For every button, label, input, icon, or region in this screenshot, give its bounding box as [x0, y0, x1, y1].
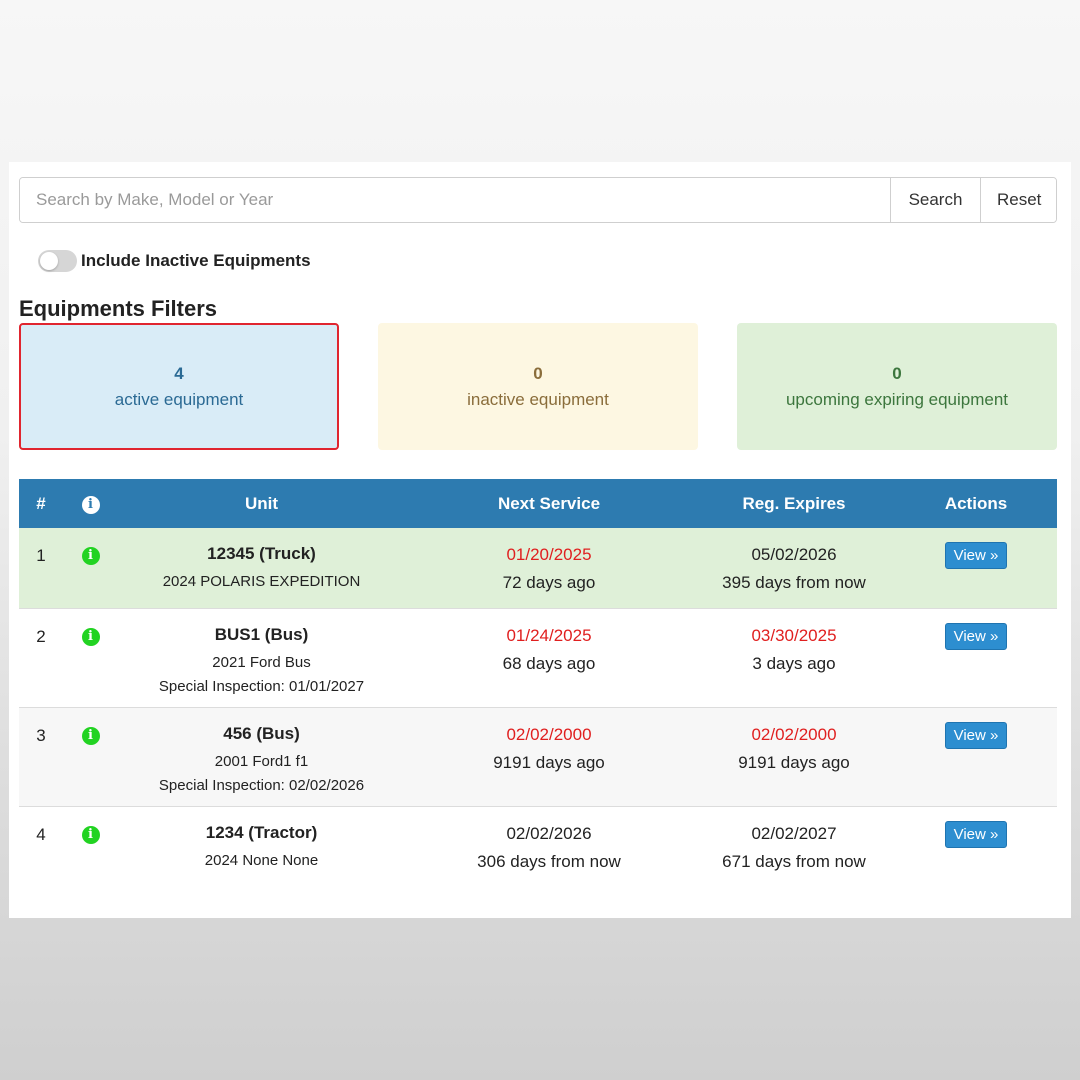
reg-expires-date: 02/02/2027 [751, 823, 837, 843]
special-inspection: Special Inspection: 02/02/2026 [158, 776, 365, 794]
unit-name: 1234 (Tractor) [205, 822, 318, 842]
next-service-relative: 72 days ago [502, 573, 596, 592]
next-service-date: 02/02/2000 [506, 724, 592, 744]
header-reg-expires[interactable]: Reg. Expires [693, 479, 895, 528]
table-row: 3 i 456 (Bus) 2001 Ford1 f1 Special Insp… [19, 707, 1057, 806]
view-button[interactable]: View » [944, 622, 1008, 650]
unit-description: 2024 POLARIS EXPEDITION [162, 573, 361, 590]
include-inactive-toggle-row: Include Inactive Equipments [38, 250, 311, 272]
header-unit[interactable]: Unit [118, 479, 405, 528]
table-row: 4 i 1234 (Tractor) 2024 None None 02/02/… [19, 806, 1057, 886]
header-next-service[interactable]: Next Service [405, 479, 693, 528]
info-icon: i [81, 496, 100, 514]
filters-title: Equipments Filters [19, 296, 218, 321]
row-num: 4 [36, 824, 46, 844]
reset-button[interactable]: Reset [980, 178, 1056, 222]
row-info: i [63, 528, 118, 608]
row-info: i [63, 707, 118, 806]
row-actions: View » [895, 608, 1057, 707]
row-next-service: 01/20/2025 72 days ago [405, 528, 693, 608]
table-row: 1 i 12345 (Truck) 2024 POLARIS EXPEDITIO… [19, 528, 1057, 608]
include-inactive-toggle[interactable] [38, 250, 77, 272]
reg-expires-relative: 9191 days ago [738, 752, 850, 772]
filter-label-active: active equipment [114, 389, 244, 409]
filter-count-active: 4 [174, 363, 184, 383]
row-reg-expires: 02/02/2027 671 days from now [693, 806, 895, 886]
equipment-panel: Search Reset Include Inactive Equipments… [9, 162, 1071, 918]
row-num: 1 [36, 546, 46, 565]
row-reg-expires: 03/30/2025 3 days ago [693, 608, 895, 707]
include-inactive-label: Include Inactive Equipments [81, 251, 311, 270]
filter-card-active[interactable]: 4 active equipment [19, 323, 339, 450]
row-unit: 12345 (Truck) 2024 POLARIS EXPEDITION [118, 528, 405, 608]
unit-description: 2001 Ford1 f1 [214, 752, 309, 770]
header-actions: Actions [944, 493, 1008, 513]
row-num: 2 [36, 626, 46, 646]
unit-name: 456 (Bus) [223, 723, 300, 743]
row-unit: BUS1 (Bus) 2021 Ford Bus Special Inspect… [118, 608, 405, 707]
header-info: i [63, 479, 118, 528]
equipment-table: # i Unit Next Service Reg. Expires Actio… [19, 479, 1057, 886]
search-bar: Search Reset [19, 177, 1057, 223]
next-service-relative: 9191 days ago [493, 752, 605, 772]
reg-expires-relative: 671 days from now [722, 851, 866, 871]
filter-label-expiring: upcoming expiring equipment [785, 389, 1009, 409]
unit-name: 12345 (Truck) [207, 544, 316, 563]
row-unit: 456 (Bus) 2001 Ford1 f1 Special Inspecti… [118, 707, 405, 806]
reg-expires-relative: 395 days from now [722, 573, 866, 592]
next-service-relative: 306 days from now [477, 851, 621, 871]
unit-name: BUS1 (Bus) [214, 624, 309, 644]
filter-count-expiring: 0 [892, 363, 902, 383]
row-info: i [63, 806, 118, 886]
info-icon[interactable]: i [81, 547, 100, 565]
row-actions: View » [895, 806, 1057, 886]
reg-expires-date: 02/02/2000 [751, 724, 837, 744]
toggle-knob [40, 252, 58, 270]
view-button[interactable]: View » [944, 820, 1008, 848]
row-unit: 1234 (Tractor) 2024 None None [118, 806, 405, 886]
row-info: i [63, 608, 118, 707]
unit-description: 2024 None None [204, 851, 319, 869]
view-button[interactable]: View » [944, 721, 1008, 749]
search-button[interactable]: Search [890, 178, 980, 222]
reg-expires-date: 05/02/2026 [751, 545, 837, 564]
view-button[interactable]: View » [944, 542, 1008, 569]
row-next-service: 02/02/2026 306 days from now [405, 806, 693, 886]
row-num: 3 [36, 725, 46, 745]
next-service-date: 01/20/2025 [506, 545, 592, 564]
filter-card-inactive[interactable]: 0 inactive equipment [378, 323, 698, 450]
row-actions: View » [895, 528, 1057, 608]
next-service-date: 01/24/2025 [506, 625, 592, 645]
row-reg-expires: 05/02/2026 395 days from now [693, 528, 895, 608]
next-service-relative: 68 days ago [502, 653, 596, 673]
filter-count-inactive: 0 [533, 363, 543, 383]
info-icon[interactable]: i [81, 726, 100, 745]
row-reg-expires: 02/02/2000 9191 days ago [693, 707, 895, 806]
info-icon[interactable]: i [81, 627, 100, 646]
reg-expires-date: 03/30/2025 [751, 625, 837, 645]
table-row: 2 i BUS1 (Bus) 2021 Ford Bus Special Ins… [19, 608, 1057, 707]
unit-description: 2021 Ford Bus [212, 653, 311, 671]
filter-card-expiring[interactable]: 0 upcoming expiring equipment [737, 323, 1057, 450]
next-service-date: 02/02/2026 [506, 823, 592, 843]
table-header-row: # i Unit Next Service Reg. Expires Actio… [19, 479, 1057, 528]
row-next-service: 02/02/2000 9191 days ago [405, 707, 693, 806]
row-next-service: 01/24/2025 68 days ago [405, 608, 693, 707]
special-inspection: Special Inspection: 01/01/2027 [158, 677, 365, 695]
row-actions: View » [895, 707, 1057, 806]
filter-label-inactive: inactive equipment [467, 389, 609, 409]
info-icon[interactable]: i [81, 825, 100, 844]
reg-expires-relative: 3 days ago [752, 653, 836, 673]
header-num[interactable]: # [19, 479, 63, 528]
search-input[interactable] [20, 178, 890, 222]
